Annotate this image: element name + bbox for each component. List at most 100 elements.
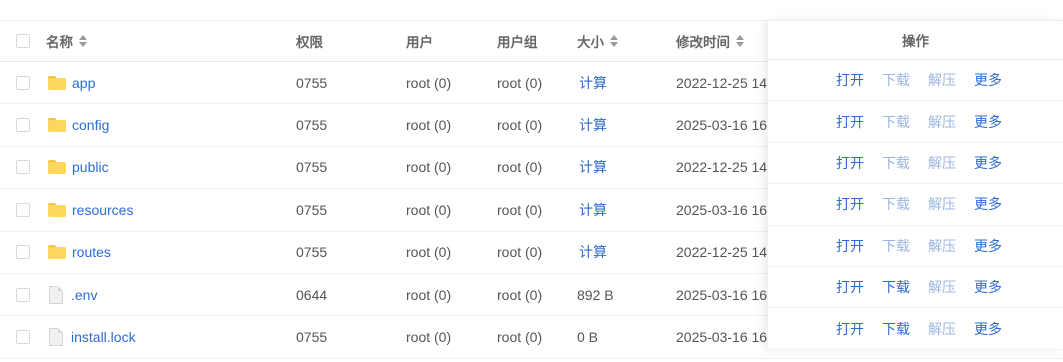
row-select-cell <box>16 232 30 273</box>
header-ops-label: 操作 <box>902 34 929 49</box>
more-button[interactable]: 更多 <box>974 101 1002 141</box>
sort-icon[interactable] <box>610 35 618 47</box>
download-button[interactable]: 下载 <box>882 184 910 224</box>
more-button[interactable]: 更多 <box>974 60 1002 100</box>
extract-button[interactable]: 解压 <box>928 101 956 141</box>
name-cell: config <box>46 104 286 145</box>
download-button[interactable]: 下载 <box>882 101 910 141</box>
group-cell: root (0) <box>497 189 542 230</box>
mtime-cell: 2022-12-25 14: <box>676 62 768 103</box>
row-checkbox[interactable] <box>16 245 30 260</box>
size-cell: 计算 <box>577 189 607 230</box>
size-value: 892 B <box>577 286 614 303</box>
user-value: root (0) <box>406 201 452 218</box>
name-cell: routes <box>46 232 286 273</box>
group-value: root (0) <box>497 329 543 346</box>
calculate-size-link[interactable]: 计算 <box>579 73 607 93</box>
open-button[interactable]: 打开 <box>836 308 864 348</box>
open-button[interactable]: 打开 <box>836 143 864 183</box>
mtime-value: 2022-12-25 14: <box>676 159 768 176</box>
sort-icon[interactable] <box>79 35 87 47</box>
open-button[interactable]: 打开 <box>836 101 864 141</box>
file-name-link[interactable]: public <box>72 159 109 175</box>
header-size[interactable]: 大小 <box>577 21 618 61</box>
user-value: root (0) <box>406 159 452 176</box>
user-cell: root (0) <box>406 189 451 230</box>
calculate-size-link[interactable]: 计算 <box>579 200 607 220</box>
perm-value: 0755 <box>296 201 328 218</box>
user-value: root (0) <box>406 286 452 303</box>
extract-button[interactable]: 解压 <box>928 184 956 224</box>
more-button[interactable]: 更多 <box>974 267 1002 307</box>
download-button[interactable]: 下载 <box>882 308 910 348</box>
select-all-checkbox[interactable] <box>16 34 30 48</box>
download-button[interactable]: 下载 <box>882 267 910 307</box>
user-value: root (0) <box>406 117 452 134</box>
operations-row: 打开 下载 解压 更多 <box>768 226 1063 267</box>
file-name-link[interactable]: resources <box>72 202 133 218</box>
group-cell: root (0) <box>497 316 542 357</box>
more-button[interactable]: 更多 <box>974 184 1002 224</box>
more-button[interactable]: 更多 <box>974 226 1002 266</box>
open-button[interactable]: 打开 <box>836 60 864 100</box>
size-cell: 计算 <box>577 232 607 273</box>
extract-button[interactable]: 解压 <box>928 143 956 183</box>
folder-icon <box>48 118 66 133</box>
row-select-cell <box>16 189 30 230</box>
file-icon <box>49 285 63 304</box>
calculate-size-link[interactable]: 计算 <box>579 157 607 177</box>
download-button[interactable]: 下载 <box>882 226 910 266</box>
open-button[interactable]: 打开 <box>836 226 864 266</box>
mtime-cell: 2025-03-16 16: <box>676 274 768 315</box>
download-button[interactable]: 下载 <box>882 60 910 100</box>
extract-button[interactable]: 解压 <box>928 267 956 307</box>
file-name-link[interactable]: .env <box>71 287 97 303</box>
more-button[interactable]: 更多 <box>974 308 1002 348</box>
size-cell: 计算 <box>577 104 607 145</box>
header-name-label: 名称 <box>46 35 73 50</box>
mtime-cell: 2025-03-16 16: <box>676 316 768 357</box>
calculate-size-link[interactable]: 计算 <box>579 115 607 135</box>
user-cell: root (0) <box>406 232 451 273</box>
file-name-link[interactable]: routes <box>72 244 111 260</box>
calculate-size-link[interactable]: 计算 <box>579 242 607 262</box>
mtime-value: 2025-03-16 16: <box>676 117 768 134</box>
extract-button[interactable]: 解压 <box>928 226 956 266</box>
header-mtime[interactable]: 修改时间 <box>676 21 768 61</box>
open-button[interactable]: 打开 <box>836 184 864 224</box>
mtime-value: 2022-12-25 14: <box>676 74 768 91</box>
header-group-label: 用户组 <box>497 35 538 50</box>
mtime-value: 2025-03-16 16: <box>676 286 768 303</box>
row-checkbox[interactable] <box>16 118 30 133</box>
download-button[interactable]: 下载 <box>882 143 910 183</box>
name-cell: install.lock <box>46 316 286 357</box>
operations-row: 打开 下载 解压 更多 <box>768 308 1063 350</box>
group-value: root (0) <box>497 201 543 218</box>
header-perm-label: 权限 <box>296 35 323 50</box>
open-button[interactable]: 打开 <box>836 267 864 307</box>
perm-value: 0755 <box>296 244 328 261</box>
row-checkbox[interactable] <box>16 287 30 302</box>
more-button[interactable]: 更多 <box>974 143 1002 183</box>
folder-icon <box>48 202 66 217</box>
header-mtime-label: 修改时间 <box>676 35 730 50</box>
perm-cell: 0755 <box>296 104 327 145</box>
user-cell: root (0) <box>406 316 451 357</box>
row-checkbox[interactable] <box>16 330 30 345</box>
extract-button[interactable]: 解压 <box>928 60 956 100</box>
file-name-link[interactable]: app <box>72 75 95 91</box>
header-name[interactable]: 名称 <box>46 21 286 61</box>
row-checkbox[interactable] <box>16 202 30 217</box>
row-checkbox[interactable] <box>16 75 30 90</box>
row-select-cell <box>16 62 30 103</box>
operations-row: 打开 下载 解压 更多 <box>768 267 1063 309</box>
group-cell: root (0) <box>497 232 542 273</box>
file-name-link[interactable]: install.lock <box>71 329 136 345</box>
file-name-link[interactable]: config <box>72 117 109 133</box>
extract-button[interactable]: 解压 <box>928 308 956 348</box>
row-checkbox[interactable] <box>16 160 30 175</box>
sort-icon[interactable] <box>736 35 744 47</box>
row-select-cell <box>16 274 30 315</box>
user-cell: root (0) <box>406 62 451 103</box>
perm-cell: 0755 <box>296 232 327 273</box>
